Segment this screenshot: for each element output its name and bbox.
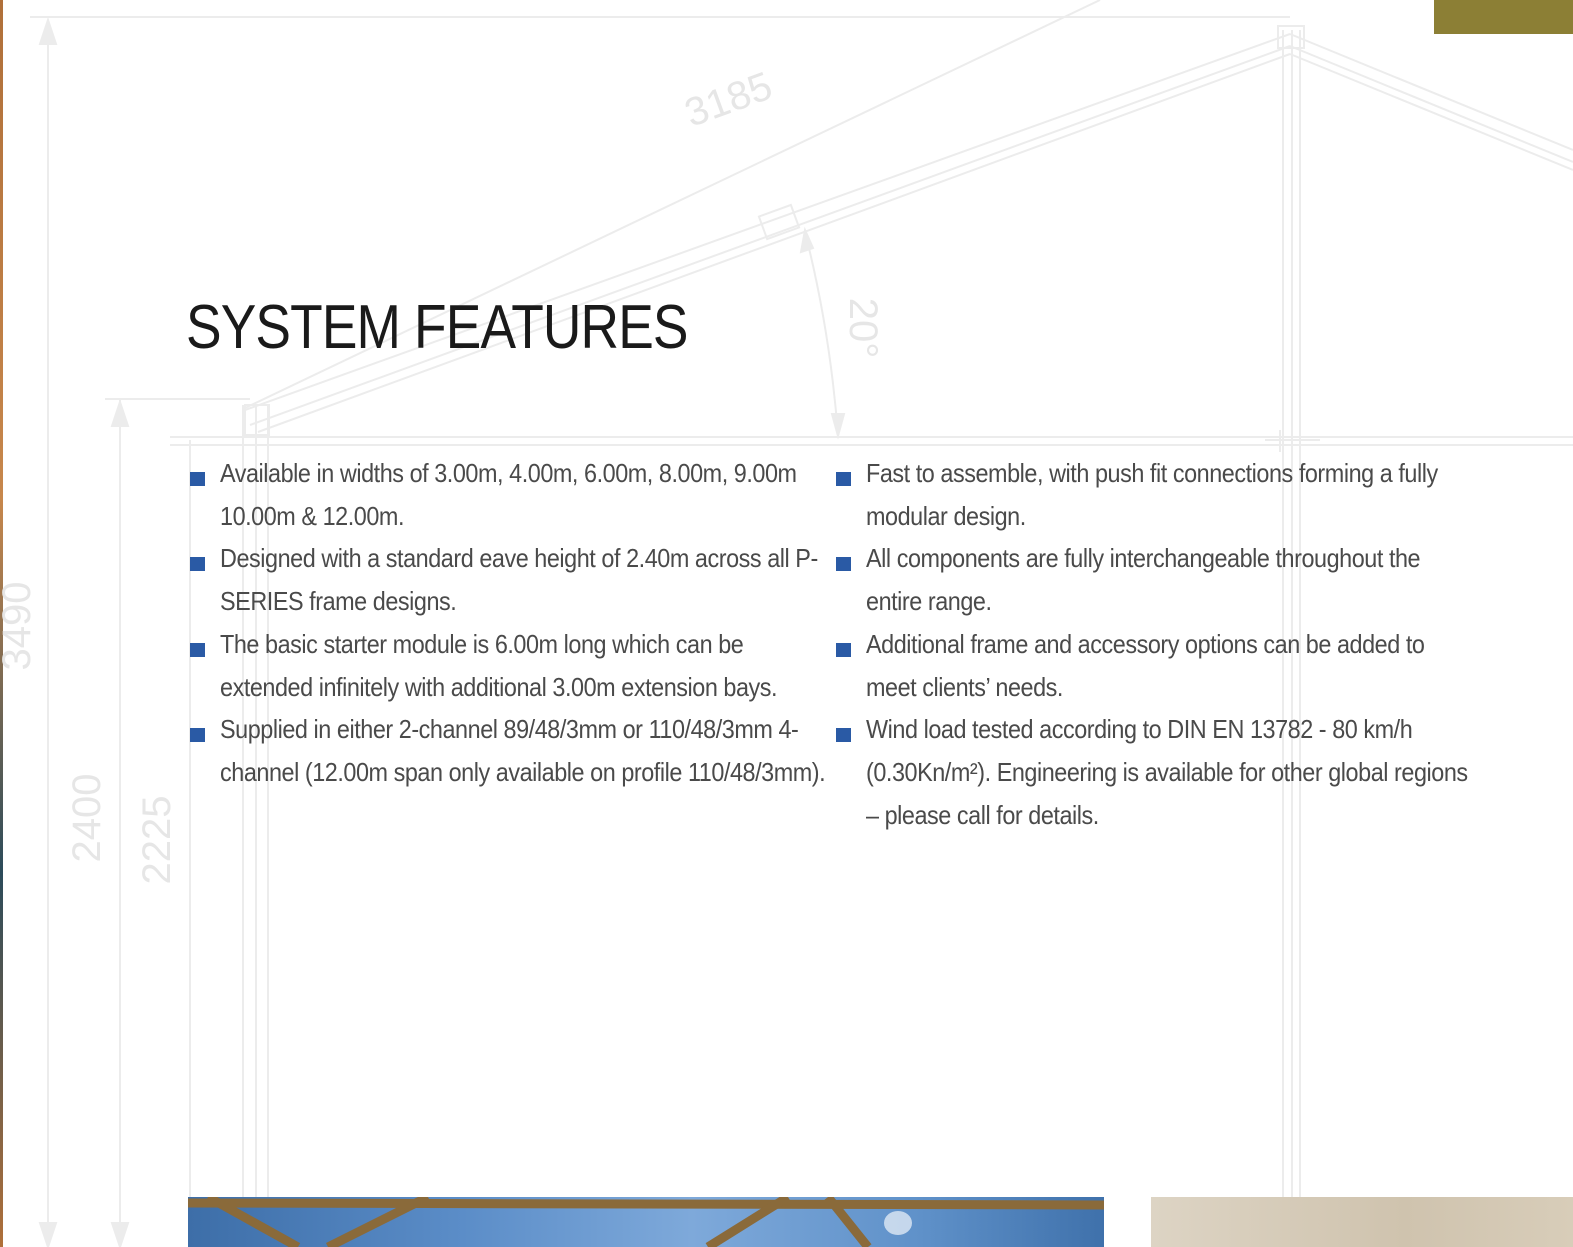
feature-text: All components are fully interchangeable…	[866, 543, 1421, 617]
dimension-label-eave-height: 2400	[65, 774, 109, 863]
feature-text: Fast to assemble, with push fit connecti…	[866, 458, 1438, 531]
feature-item: The basic starter module is 6.00m long w…	[188, 623, 828, 708]
bullet-square-icon	[190, 557, 205, 572]
structure-photo-left	[188, 1197, 1104, 1247]
feature-list-left: Available in widths of 3.00m, 4.00m, 6.0…	[188, 452, 828, 794]
feature-item: All components are fully interchangeable…	[834, 537, 1474, 622]
dimension-label-inner-height: 2225	[135, 796, 179, 885]
bullet-square-icon	[836, 728, 851, 743]
bullet-square-icon	[836, 557, 851, 572]
page-title: SYSTEM FEATURES	[186, 293, 688, 362]
feature-text: Available in widths of 3.00m, 4.00m, 6.0…	[220, 458, 797, 531]
bullet-square-icon	[190, 642, 205, 657]
feature-item: Wind load tested according to DIN EN 137…	[834, 708, 1474, 836]
feature-list-right: Fast to assemble, with push fit connecti…	[834, 452, 1474, 836]
dimension-label-total-height: 3490	[0, 582, 39, 671]
dimension-label-angle: 20°	[841, 298, 885, 359]
feature-item: Available in widths of 3.00m, 4.00m, 6.0…	[188, 452, 828, 537]
structure-photo-right	[1151, 1197, 1573, 1247]
photo-frame-beams	[188, 1197, 1104, 1247]
feature-text: Additional frame and accessory options c…	[866, 628, 1425, 702]
feature-item: Supplied in either 2-channel 89/48/3mm o…	[188, 708, 828, 793]
dimension-label-rafter: 3185	[679, 64, 778, 136]
feature-text: Supplied in either 2-channel 89/48/3mm o…	[220, 714, 826, 787]
bullet-square-icon	[836, 642, 851, 657]
bullet-square-icon	[836, 472, 851, 486]
feature-item: Fast to assemble, with push fit connecti…	[834, 452, 1474, 537]
feature-text: Designed with a standard eave height of …	[220, 543, 818, 617]
bullet-square-icon	[190, 728, 205, 743]
feature-text: Wind load tested according to DIN EN 137…	[866, 714, 1468, 830]
feature-item: Additional frame and accessory options c…	[834, 623, 1474, 708]
bullet-square-icon	[190, 472, 205, 486]
feature-item: Designed with a standard eave height of …	[188, 537, 828, 622]
feature-text: The basic starter module is 6.00m long w…	[220, 628, 778, 702]
